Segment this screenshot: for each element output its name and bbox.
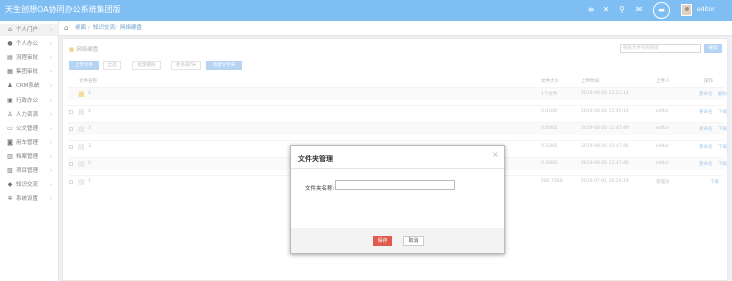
save-button[interactable]: 保存 bbox=[373, 236, 392, 246]
folder-name-input[interactable] bbox=[335, 180, 455, 190]
close-icon[interactable]: × bbox=[492, 150, 499, 159]
modal-divider bbox=[291, 168, 504, 169]
modal-title: 文件夹管理 bbox=[298, 155, 333, 163]
cancel-button[interactable]: 取消 bbox=[403, 236, 424, 246]
modal-footer: 保存 取消 bbox=[291, 228, 504, 253]
folder-modal: 文件夹管理 × 文件夹名称: 保存 取消 bbox=[290, 145, 505, 254]
folder-name-label: 文件夹名称: bbox=[305, 186, 335, 192]
